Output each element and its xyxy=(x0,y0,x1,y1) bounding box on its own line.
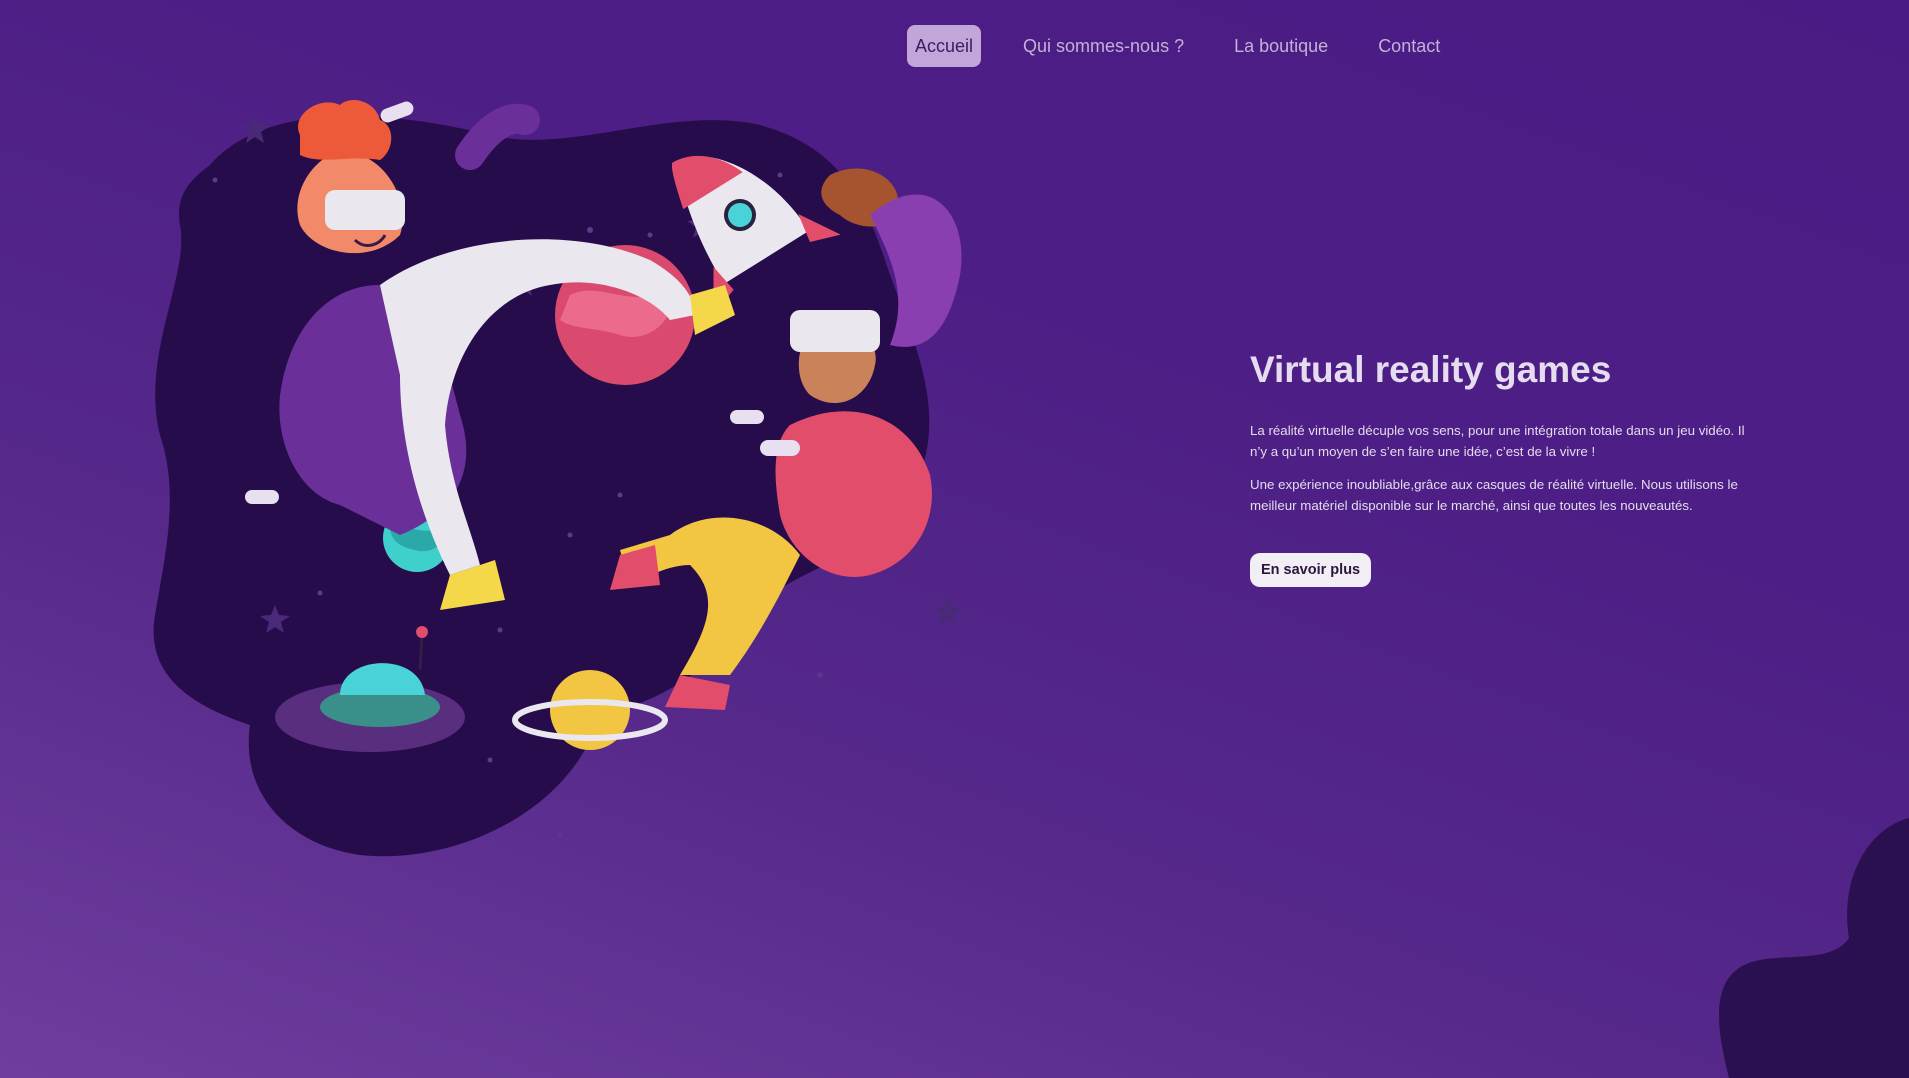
hero-paragraph-2: Une expérience inoubliable,grâce aux cas… xyxy=(1250,477,1738,513)
nav-contact[interactable]: Contact xyxy=(1370,25,1448,67)
hero-title: Virtual reality games xyxy=(1250,349,1612,390)
learn-more-button[interactable]: En savoir plus xyxy=(1250,553,1372,587)
nav-accueil[interactable]: Accueil xyxy=(907,25,982,67)
nav-qui-sommes-nous[interactable]: Qui sommes-nous ? xyxy=(1015,25,1192,67)
vr-illustration xyxy=(153,100,963,857)
corner-blob xyxy=(1719,818,1909,1078)
main-nav: Accueil Qui sommes-nous ? La boutique Co… xyxy=(907,25,1482,67)
hero-paragraph-1: La réalité virtuelle décuple vos sens, p… xyxy=(1250,423,1745,459)
hero-section: Virtual reality games La réalité virtuel… xyxy=(1250,343,1760,587)
nav-la-boutique[interactable]: La boutique xyxy=(1226,25,1336,67)
